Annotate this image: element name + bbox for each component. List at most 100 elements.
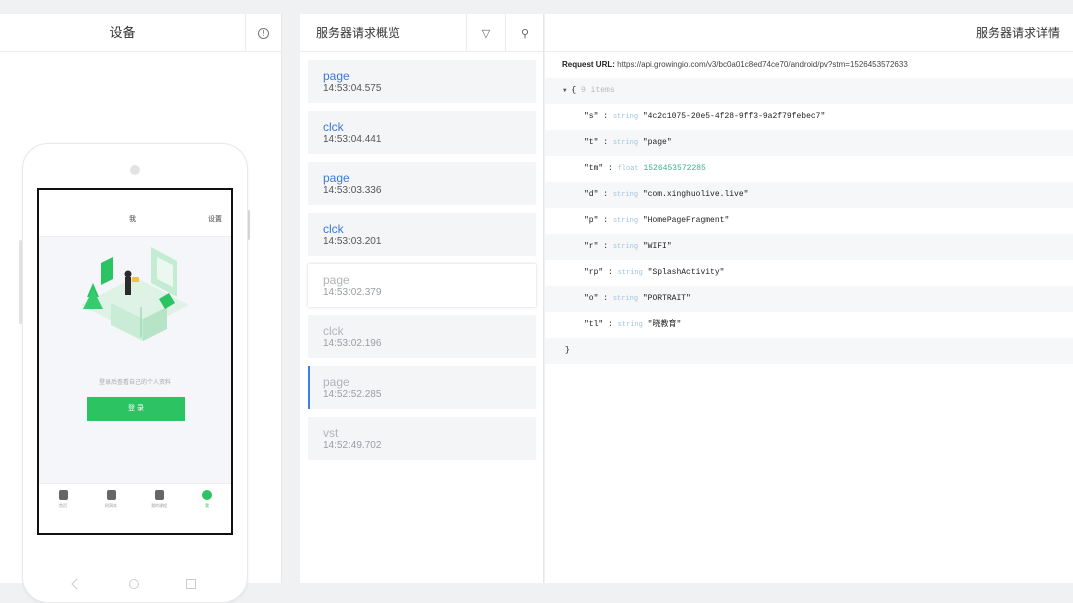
detail-header: 服务器请求详情 (545, 14, 1073, 52)
json-field: "r" : string "WIFI" (545, 234, 1073, 260)
json-type: string (617, 321, 643, 329)
json-field: "t" : string "page" (545, 130, 1073, 156)
screen-header: 我 设置 (39, 190, 231, 237)
nav-item-me[interactable]: 我 (183, 484, 231, 533)
filter-icon: ▽ (481, 27, 491, 40)
book-icon (154, 490, 164, 500)
json-value: 1526453572285 (643, 164, 706, 173)
request-name: clck (323, 120, 344, 134)
json-key: "s" (584, 112, 599, 121)
json-root[interactable]: ▼ { 9 items (545, 78, 1073, 104)
filter-button[interactable]: ▽ (466, 14, 505, 52)
request-name: page (323, 69, 350, 83)
overview-title: 服务器请求概览 (316, 26, 401, 40)
request-time: 14:52:52.285 (323, 389, 382, 400)
device-panel: 设备 ! 我 设置 登录后查看自己的个人资料 登 录 首页 树洞本 我的课程 我 (0, 14, 282, 603)
screen-title: 我 (129, 216, 136, 223)
nav-label: 树洞本 (105, 503, 117, 508)
json-value: "PORTRAIT" (642, 294, 691, 303)
request-time: 14:52:49.702 (323, 440, 382, 451)
json-value: "com.xinghuolive.live" (642, 190, 749, 199)
bottom-nav: 首页 树洞本 我的课程 我 (39, 483, 231, 533)
request-name: page (323, 273, 350, 287)
json-close: } (545, 338, 1073, 364)
app-window: 设备 ! 我 设置 登录后查看自己的个人资料 登 录 首页 树洞本 我的课程 我… (0, 14, 1073, 603)
request-item[interactable]: page 14:52:52.285 (308, 366, 536, 409)
clear-icon: ⚲ (520, 27, 530, 40)
overview-header: 服务器请求概览 ▽ ⚲ (300, 14, 543, 52)
json-key: "tl" (584, 320, 604, 329)
nav-item-courses[interactable]: 我的课程 (135, 484, 183, 533)
recents-icon[interactable] (186, 579, 196, 589)
json-open-brace: { (571, 86, 577, 95)
login-hint: 登录后查看自己的个人资料 (98, 380, 171, 386)
request-item-selected[interactable]: page 14:53:02.379 (308, 264, 536, 307)
nav-label: 我的课程 (151, 503, 167, 508)
back-icon[interactable] (71, 578, 83, 590)
request-url: Request URL: https://api.growingio.com/v… (562, 60, 908, 69)
phone-frame: 我 设置 登录后查看自己的个人资料 登 录 首页 树洞本 我的课程 我 (22, 143, 248, 603)
request-name: clck (323, 324, 344, 338)
request-detail-panel: 服务器请求详情 Request URL: https://api.growing… (545, 14, 1073, 583)
isometric-illustration (81, 247, 189, 341)
request-time: 14:53:03.336 (323, 185, 382, 196)
json-item-count: 9 items (581, 86, 615, 95)
nav-item-tree[interactable]: 树洞本 (87, 484, 135, 533)
phone-hardware-buttons (23, 576, 249, 596)
json-field: "rp" : string "SplashActivity" (584, 268, 725, 277)
request-item[interactable]: clck 14:53:03.201 (308, 213, 536, 256)
json-viewer: ▼ { 9 items "s" : string "4c2c1075-20e5-… (545, 78, 1073, 364)
home-button-icon[interactable] (129, 579, 139, 589)
json-value: "4c2c1075-20e5-4f28-9ff3-9a2f79febec7" (642, 112, 826, 121)
json-key: "r" (584, 242, 599, 251)
json-type: string (612, 191, 639, 199)
settings-link[interactable]: 设置 (208, 214, 222, 224)
clear-button[interactable]: ⚲ (505, 14, 544, 52)
request-item[interactable]: page 14:53:03.336 (308, 162, 536, 205)
request-list: page 14:53:04.575 clck 14:53:04.441 page… (308, 60, 536, 468)
json-field: "tl" : string "晓教育" (584, 320, 682, 329)
nav-label: 我 (205, 503, 209, 508)
camera-icon (130, 165, 140, 175)
device-screen[interactable]: 我 设置 登录后查看自己的个人资料 登 录 首页 树洞本 我的课程 我 (37, 188, 233, 535)
request-overview-panel: 服务器请求概览 ▽ ⚲ page 14:53:04.575 clck 14:53… (300, 14, 544, 583)
json-type: string (612, 243, 639, 251)
request-time: 14:53:02.196 (323, 338, 382, 349)
json-key: "o" (584, 294, 599, 303)
request-item[interactable]: clck 14:53:04.441 (308, 111, 536, 154)
json-type: string (612, 113, 639, 121)
json-value: "page" (642, 138, 672, 147)
request-url-value: https://api.growingio.com/v3/bc0a01c8ed7… (617, 60, 908, 69)
json-field: "tm" : float 1526453572285 (584, 164, 706, 173)
request-item[interactable]: vst 14:52:49.702 (308, 417, 536, 460)
json-field: "s" : string "4c2c1075-20e5-4f28-9ff3-9a… (584, 112, 826, 121)
request-item[interactable]: page 14:53:04.575 (308, 60, 536, 103)
json-value: "晓教育" (647, 320, 682, 329)
nav-label: 首页 (59, 503, 67, 508)
nav-item-home[interactable]: 首页 (39, 484, 87, 533)
json-value: "SplashActivity" (647, 268, 725, 277)
json-field: "p" : string "HomePageFragment" (584, 216, 730, 225)
caret-down-icon[interactable]: ▼ (563, 87, 567, 94)
device-panel-header: 设备 ! (0, 14, 281, 52)
request-name: page (323, 375, 350, 389)
request-item[interactable]: clck 14:53:02.196 (308, 315, 536, 358)
json-key: "rp" (584, 268, 604, 277)
json-type: string (612, 139, 639, 147)
request-time: 14:53:04.575 (323, 83, 382, 94)
json-value: "WIFI" (642, 242, 672, 251)
json-type: string (612, 295, 639, 303)
json-field: "d" : string "com.xinghuolive.live" (545, 182, 1073, 208)
info-button[interactable]: ! (245, 14, 281, 52)
login-button[interactable]: 登 录 (87, 397, 185, 421)
json-key: "t" (584, 138, 599, 147)
json-key: "d" (584, 190, 599, 199)
home-icon (58, 490, 68, 500)
json-type: float (617, 165, 639, 173)
request-name: clck (323, 222, 344, 236)
json-close-brace: } (565, 346, 570, 355)
request-time: 14:53:04.441 (323, 134, 382, 145)
json-field: "o" : string "PORTRAIT" (545, 286, 1073, 312)
info-icon: ! (258, 27, 269, 39)
request-name: vst (323, 426, 339, 440)
